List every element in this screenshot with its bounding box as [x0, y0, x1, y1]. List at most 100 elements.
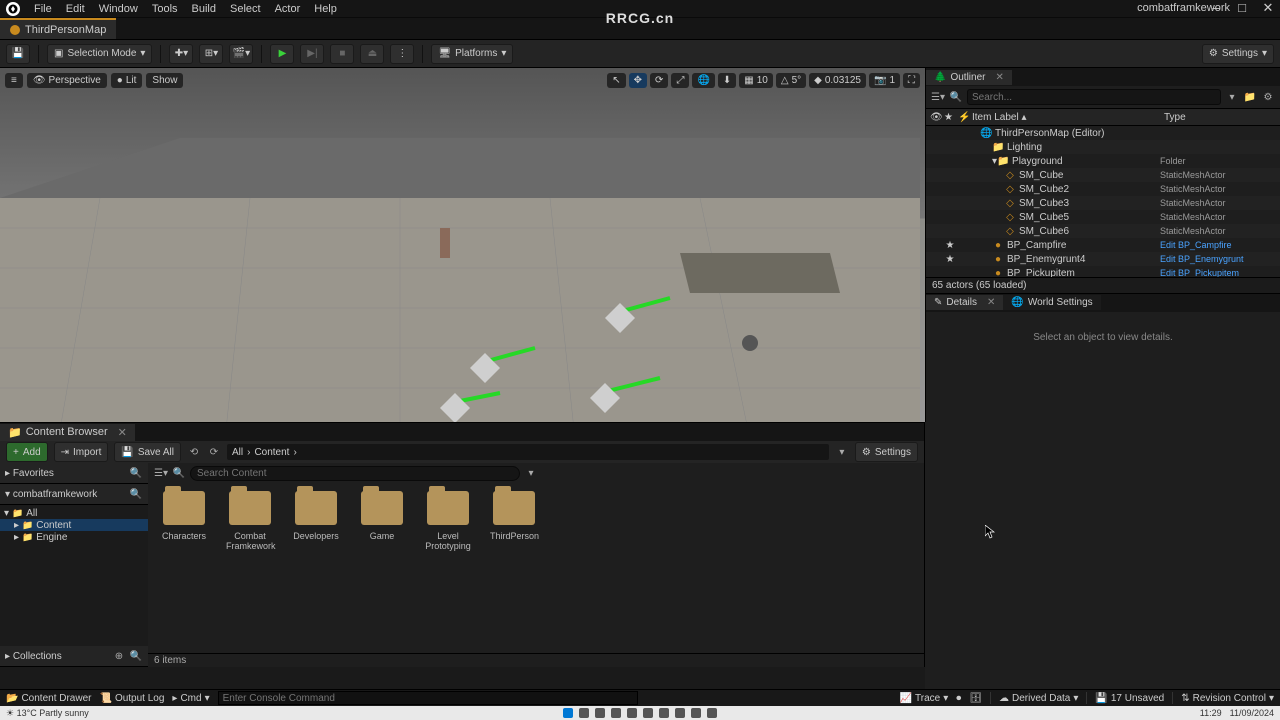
outliner-search-input[interactable]	[967, 89, 1221, 105]
taskbar-app-icon[interactable]	[691, 708, 701, 718]
outliner-filter-icon[interactable]: ☰▾	[931, 90, 945, 104]
taskbar-app-icon[interactable]	[707, 708, 717, 718]
tree-engine[interactable]: ▸📁Engine	[0, 531, 148, 543]
level-viewport[interactable]: ≡ 👁 Perspective ● Lit Show ↖ ✥ ⟳ ⤢ 🌐 ⬇ ▦…	[0, 68, 925, 444]
filter-icon[interactable]: ☰▾	[154, 466, 168, 480]
trace-rec-icon[interactable]: ⏺	[956, 693, 961, 704]
trace-store-icon[interactable]: 🗄	[969, 693, 982, 704]
menu-window[interactable]: Window	[99, 3, 138, 15]
taskbar-app-icon[interactable]	[675, 708, 685, 718]
history-back-icon[interactable]: ⟲	[187, 445, 201, 459]
console-input[interactable]	[218, 691, 638, 705]
outliner-row[interactable]: ◇SM_Cube3StaticMeshActor	[926, 196, 1280, 210]
revision-control-button[interactable]: ⇅ Revision Control ▾	[1181, 693, 1274, 704]
tree-content[interactable]: ▸📁Content	[0, 519, 148, 531]
content-drawer-button[interactable]: 📂 Content Drawer	[6, 693, 91, 704]
minimize-button[interactable]: –	[1208, 0, 1224, 16]
taskbar-app-icon[interactable]	[611, 708, 621, 718]
asset-grid[interactable]: Characters Combat Framkework Developers Gam…	[148, 483, 924, 653]
folder-asset[interactable]: Level Prototyping	[424, 491, 472, 645]
pin-header-icon[interactable]: ★	[940, 112, 954, 123]
outliner-dropdown-icon[interactable]: ▾	[1225, 90, 1239, 104]
breadcrumb[interactable]: All›Content›	[227, 444, 829, 460]
taskbar-app-icon[interactable]	[595, 708, 605, 718]
stop-button[interactable]: ■	[330, 44, 354, 64]
import-button[interactable]: ⇥ Import	[54, 442, 109, 462]
taskbar-app-icon[interactable]	[659, 708, 669, 718]
menu-actor[interactable]: Actor	[275, 3, 301, 15]
menu-build[interactable]: Build	[192, 3, 216, 15]
save-button[interactable]: 💾	[6, 44, 30, 64]
tab-thirdpersonmap[interactable]: ThirdPersonMap	[0, 18, 116, 39]
outliner-settings-icon[interactable]: ⚙	[1261, 90, 1275, 104]
save-all-button[interactable]: 💾 Save All	[114, 442, 181, 462]
blueprints-button[interactable]: ⊞▾	[199, 44, 223, 64]
derived-data-button[interactable]: ☁ Derived Data ▾	[999, 693, 1078, 704]
tab-world-settings[interactable]: 🌐 World Settings	[1003, 295, 1100, 310]
menu-file[interactable]: File	[34, 3, 52, 15]
windows-taskbar[interactable]: ☀ 13°C Partly sunny 11:29 11/09/2024	[0, 706, 1280, 720]
outliner-row[interactable]: ▾ 📁PlaygroundFolder	[926, 154, 1280, 168]
collections-section[interactable]: ▸ Collections⊕🔍	[0, 646, 148, 667]
menu-help[interactable]: Help	[314, 3, 337, 15]
close-button[interactable]: ✕	[1260, 0, 1276, 16]
close-outliner-icon[interactable]: ✕	[995, 72, 1003, 83]
play-options-button[interactable]: ⋮	[390, 44, 414, 64]
project-section[interactable]: ▾ combatframkework🔍	[0, 484, 148, 505]
cmd-dropdown[interactable]: ▸ Cmd ▾	[172, 693, 209, 704]
menu-select[interactable]: Select	[230, 3, 261, 15]
maximize-button[interactable]: □	[1234, 0, 1250, 16]
outliner-row[interactable]: ◇SM_Cube5StaticMeshActor	[926, 210, 1280, 224]
outliner-row[interactable]: ◇SM_CubeStaticMeshActor	[926, 168, 1280, 182]
weather-widget[interactable]: ☀ 13°C Partly sunny	[6, 708, 89, 719]
folder-asset[interactable]: ThirdPerson	[490, 491, 538, 645]
play-button[interactable]: ▶	[270, 44, 294, 64]
outliner-newfolder-icon[interactable]: 📁	[1243, 90, 1257, 104]
platforms-button[interactable]: 🖥 Platforms ▾	[431, 44, 513, 64]
outliner-row[interactable]: ★●BP_CampfireEdit BP_Campfire	[926, 238, 1280, 252]
folder-asset[interactable]: Combat Framkework	[226, 491, 274, 645]
visibility-header-icon[interactable]: 👁	[926, 112, 940, 123]
tray-time[interactable]: 11:29	[1200, 708, 1222, 718]
skip-button[interactable]: ▶|	[300, 44, 324, 64]
folder-asset[interactable]: Game	[358, 491, 406, 645]
history-fwd-icon[interactable]: ⟳	[207, 445, 221, 459]
outliner-row[interactable]: ◇SM_Cube2StaticMeshActor	[926, 182, 1280, 196]
outliner-row[interactable]: 📁Lighting	[926, 140, 1280, 154]
favorites-section[interactable]: ▸ Favorites🔍	[0, 463, 148, 484]
outliner-row[interactable]: 🌐ThirdPersonMap (Editor)	[926, 126, 1280, 140]
add-button[interactable]: + Add	[6, 442, 48, 462]
cinematics-button[interactable]: 🎬▾	[229, 44, 253, 64]
tab-details[interactable]: ✎ Details✕	[926, 295, 1003, 310]
type-header[interactable]: Type	[1160, 112, 1280, 123]
tab-content-browser[interactable]: 📁 Content Browser✕	[0, 424, 135, 441]
outliner-row[interactable]: ●BP_PickupitemEdit BP_Pickupitem	[926, 266, 1280, 277]
content-search-input[interactable]	[190, 466, 520, 481]
folder-asset[interactable]: Developers	[292, 491, 340, 645]
taskbar-app-icon[interactable]	[627, 708, 637, 718]
add-content-button[interactable]: ✚▾	[169, 44, 193, 64]
outliner-row[interactable]: ★●BP_Enemygrunt4Edit BP_Enemygrunt	[926, 252, 1280, 266]
tray-date[interactable]: 11/09/2024	[1230, 708, 1274, 718]
start-icon[interactable]	[563, 708, 573, 718]
close-cb-icon[interactable]: ✕	[118, 426, 127, 439]
close-details-icon[interactable]: ✕	[987, 297, 995, 308]
taskbar-app-icon[interactable]	[643, 708, 653, 718]
eject-button[interactable]: ⏏	[360, 44, 384, 64]
cb-settings-button[interactable]: ⚙ Settings	[855, 442, 918, 462]
taskbar-app-icon[interactable]	[579, 708, 589, 718]
outliner-row[interactable]: ◇SM_Cube6StaticMeshActor	[926, 224, 1280, 238]
trace-button[interactable]: 📈 Trace ▾	[900, 693, 949, 704]
item-label-header[interactable]: Item Label ▴	[968, 112, 1160, 123]
tree-all[interactable]: ▾📁All	[0, 507, 148, 519]
dirty-header-icon[interactable]: ⚡	[954, 112, 968, 123]
output-log-button[interactable]: 📜 Output Log	[99, 693, 164, 704]
selection-mode-button[interactable]: ▣ Selection Mode ▾	[47, 44, 152, 64]
unsaved-button[interactable]: 💾 17 Unsaved	[1095, 693, 1164, 704]
tab-outliner[interactable]: 🌲 Outliner✕	[926, 70, 1012, 85]
settings-button[interactable]: ⚙ Settings ▾	[1202, 44, 1274, 64]
menu-tools[interactable]: Tools	[152, 3, 178, 15]
outliner-tree[interactable]: 🌐ThirdPersonMap (Editor)📁Lighting▾ 📁Play…	[926, 126, 1280, 277]
menu-edit[interactable]: Edit	[66, 3, 85, 15]
folder-asset[interactable]: Characters	[160, 491, 208, 645]
